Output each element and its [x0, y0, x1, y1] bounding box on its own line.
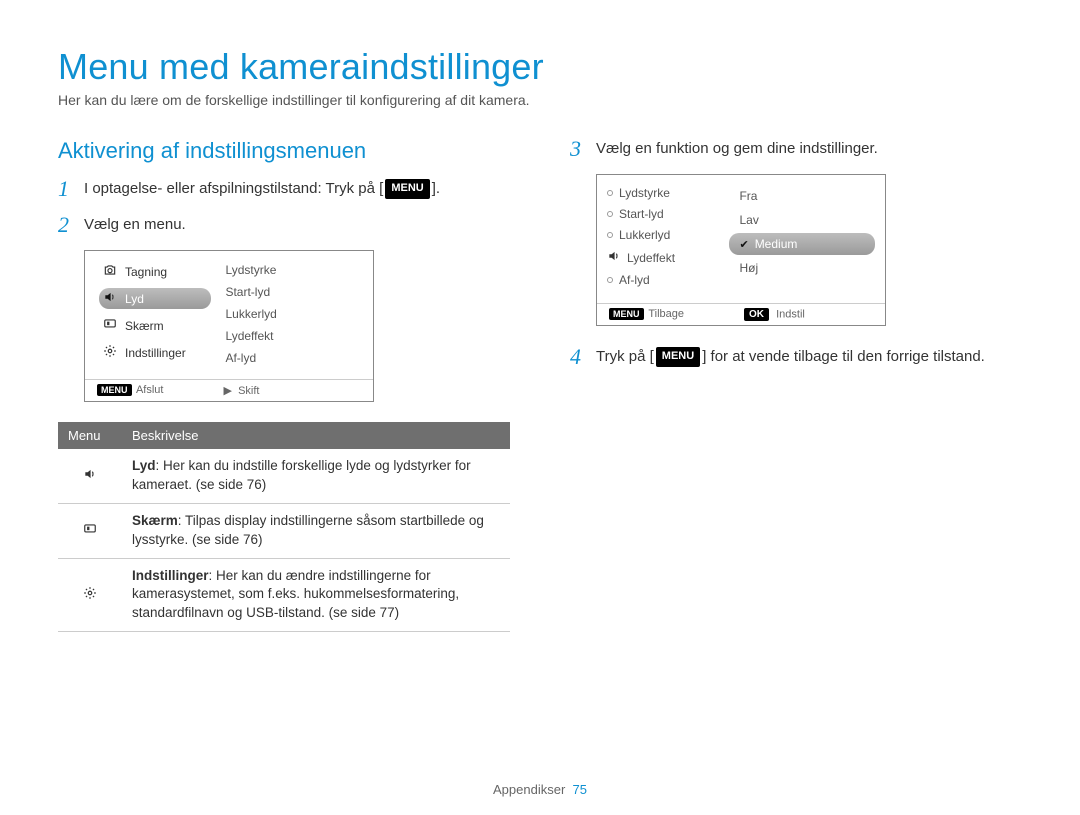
step-2: 2 Vælg en menu.	[58, 214, 510, 236]
setting-item: Af-lyd	[603, 272, 723, 288]
submenu-item: Start-lyd	[223, 283, 367, 301]
camera-screen-options: Lydstyrke Start-lyd Lukkerlyd Lydeffekt Af-l…	[596, 174, 886, 326]
footer-shift: ▶ Skift	[223, 384, 259, 397]
setting-item: Start-lyd	[603, 206, 723, 222]
row-desc: Indstillinger: Her kan du ændre indstill…	[122, 558, 510, 632]
step-4: 4 Tryk på [MENU] for at vende tilbage ti…	[570, 346, 1022, 368]
option-medium: ✔Medium	[729, 233, 875, 255]
row-desc: Lyd: Her kan du indstille forskellige ly…	[122, 449, 510, 503]
screen-icon	[83, 520, 97, 540]
section-heading: Aktivering af indstillingsmenuen	[58, 138, 510, 164]
step-number: 2	[58, 214, 76, 236]
sound-icon	[607, 249, 621, 266]
table-row: Indstillinger: Her kan du ændre indstill…	[58, 558, 510, 632]
footer-exit: MENU Afslut	[95, 384, 163, 397]
setting-item: Lukkerlyd	[603, 227, 723, 243]
setting-item: Lydstyrke	[603, 185, 723, 201]
page-title: Menu med kameraindstillinger	[58, 46, 1022, 88]
menu-item-indstillinger: Indstillinger	[99, 342, 211, 363]
submenu-item: Lukkerlyd	[223, 305, 367, 323]
th-menu: Menu	[58, 422, 122, 449]
check-icon: ✔	[739, 238, 748, 251]
menu-description-table: Menu Beskrivelse Lyd: Her kan du indstil…	[58, 422, 510, 632]
step-1-text-post: ].	[432, 180, 440, 197]
th-desc: Beskrivelse	[122, 422, 510, 449]
bullet-icon	[607, 277, 613, 283]
option-høj: Høj	[729, 257, 875, 279]
step-3: 3 Vælg en funktion og gem dine indstilli…	[570, 138, 1022, 160]
step-number: 1	[58, 178, 76, 200]
page-footer: Appendikser 75	[0, 782, 1080, 797]
footer-set: OK Indstil	[744, 308, 805, 321]
menu-item-skærm: Skærm	[99, 315, 211, 336]
submenu-item: Af-lyd	[223, 349, 367, 367]
bullet-icon	[607, 232, 613, 238]
camera-icon	[103, 263, 117, 280]
step-4-text-pre: Tryk på [	[596, 348, 654, 365]
menu-button-label: MENU	[385, 179, 429, 199]
page-intro: Her kan du lære om de forskellige indsti…	[58, 92, 1022, 108]
step-2-text: Vælg en menu.	[84, 214, 186, 236]
sound-icon	[83, 465, 97, 485]
table-row: Skærm: Tilpas display indstillingerne så…	[58, 503, 510, 558]
step-4-text-post: ] for at vende tilbage til den forrige t…	[702, 348, 985, 365]
screen-icon	[103, 317, 117, 334]
step-number: 3	[570, 138, 588, 160]
setting-item: Lydeffekt	[603, 248, 723, 267]
step-number: 4	[570, 346, 588, 368]
bullet-icon	[607, 190, 613, 196]
step-3-text: Vælg en funktion og gem dine indstilling…	[596, 138, 878, 160]
submenu-item: Lydeffekt	[223, 327, 367, 345]
option-lav: Lav	[729, 209, 875, 231]
row-desc: Skærm: Tilpas display indstillingerne så…	[122, 503, 510, 558]
left-column: Aktivering af indstillingsmenuen 1 I opt…	[58, 138, 510, 632]
menu-item-lyd: Lyd	[99, 288, 211, 309]
step-1: 1 I optagelse- eller afspilningstilstand…	[58, 178, 510, 200]
step-1-text-pre: I optagelse- eller afspilningstilstand: …	[84, 180, 383, 197]
gear-icon	[83, 584, 97, 604]
table-row: Lyd: Her kan du indstille forskellige ly…	[58, 449, 510, 503]
camera-screen-menu: Tagning Lyd Skærm Indstillinger Lydstyrke St…	[84, 250, 374, 402]
submenu-item: Lydstyrke	[223, 261, 367, 279]
bullet-icon	[607, 211, 613, 217]
footer-back: MENU Tilbage	[607, 308, 684, 321]
sound-icon	[103, 290, 117, 307]
menu-item-tagning: Tagning	[99, 261, 211, 282]
right-column: 3 Vælg en funktion og gem dine indstilli…	[570, 138, 1022, 632]
menu-button-label: MENU	[656, 347, 700, 367]
option-fra: Fra	[729, 185, 875, 207]
gear-icon	[103, 344, 117, 361]
